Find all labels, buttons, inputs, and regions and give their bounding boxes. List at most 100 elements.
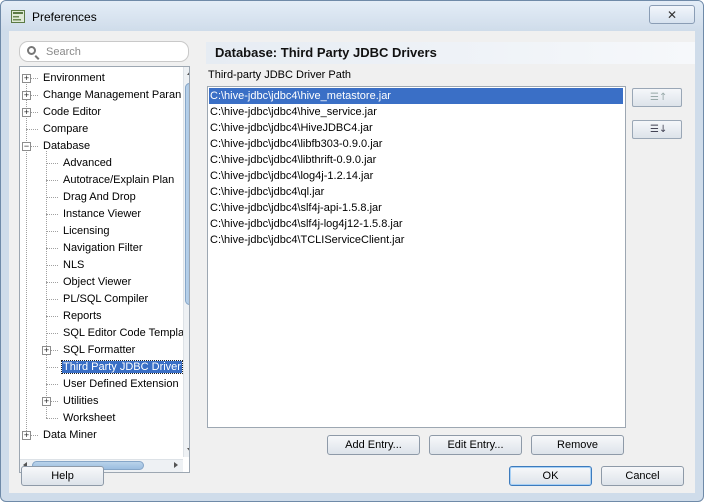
tree-item-label: Third Party JDBC Driver <box>61 360 183 374</box>
tree-item-label: SQL Editor Code Templa <box>63 327 185 339</box>
tree-item-label: Data Miner <box>43 429 97 441</box>
expand-icon[interactable]: + <box>22 431 31 440</box>
expand-icon[interactable]: + <box>22 91 31 100</box>
tree-item-label: SQL Formatter <box>63 344 136 356</box>
tree-item-label: NLS <box>63 259 85 271</box>
tree-item[interactable]: Data Miner <box>42 427 98 444</box>
tree-item[interactable]: Worksheet <box>62 410 116 427</box>
help-button[interactable]: Help <box>21 466 104 486</box>
tree-item[interactable]: PL/SQL Compiler <box>62 291 149 308</box>
search-input[interactable] <box>44 44 183 60</box>
expand-icon[interactable]: + <box>22 74 31 83</box>
scroll-right-arrow-icon[interactable] <box>174 462 178 468</box>
move-down-button[interactable]: ☰↓ <box>632 120 682 139</box>
driver-path-row[interactable]: C:\hive-jdbc\jdbc4\slf4j-api-1.5.8.jar <box>209 200 623 216</box>
tree-item-label: Compare <box>43 123 89 135</box>
collapse-icon[interactable]: − <box>22 142 31 151</box>
tree-item-label: Worksheet <box>63 412 116 424</box>
tree-connector-line <box>46 214 58 215</box>
tree-item[interactable]: Drag And Drop <box>62 189 137 206</box>
edit-entry-button[interactable]: Edit Entry... <box>429 435 522 455</box>
close-icon: ✕ <box>666 7 678 22</box>
preferences-tree: + Environment + Change Management Paran + Cod… <box>19 66 190 473</box>
scroll-up-arrow-icon[interactable] <box>187 71 189 75</box>
move-up-button[interactable]: ☰↑ <box>632 88 682 107</box>
driver-path-label: Third-party JDBC Driver Path <box>208 69 352 81</box>
add-entry-button[interactable]: Add Entry... <box>327 435 420 455</box>
driver-path-row[interactable]: C:\hive-jdbc\jdbc4\libfb303-0.9.0.jar <box>209 136 623 152</box>
tree-item[interactable]: Object Viewer <box>62 274 132 291</box>
tree-item[interactable]: Compare <box>42 121 89 138</box>
tree-connector-line <box>46 265 58 266</box>
tree-item[interactable]: Reports <box>62 308 103 325</box>
tree-item[interactable]: SQL Editor Code Templa <box>62 325 185 342</box>
tree-vertical-scroll-thumb[interactable] <box>185 83 189 305</box>
expand-icon[interactable]: + <box>42 346 51 355</box>
tree-connector-line <box>46 333 58 334</box>
tree-item[interactable]: Autotrace/Explain Plan <box>62 172 175 189</box>
tree-item[interactable]: Navigation Filter <box>62 240 143 257</box>
close-window-button[interactable]: ✕ <box>649 5 695 24</box>
expand-icon[interactable]: + <box>42 397 51 406</box>
driver-path-row[interactable]: C:\hive-jdbc\jdbc4\TCLIServiceClient.jar <box>209 232 623 248</box>
search-icon <box>27 46 36 55</box>
tree-item[interactable]: Licensing <box>62 223 110 240</box>
driver-path-row[interactable]: C:\hive-jdbc\jdbc4\ql.jar <box>209 184 623 200</box>
tree-connector-line <box>26 129 38 130</box>
tree-item-label: Object Viewer <box>63 276 132 288</box>
tree-item-label: Code Editor <box>43 106 102 118</box>
scroll-down-arrow-icon[interactable] <box>187 448 189 452</box>
tree-connector-line <box>46 248 58 249</box>
tree-item-label: Navigation Filter <box>63 242 143 254</box>
tree-item-label: Database <box>43 140 91 152</box>
tree-item-label: Utilities <box>63 395 99 407</box>
tree-connector-line <box>46 180 58 181</box>
driver-path-row[interactable]: C:\hive-jdbc\jdbc4\HiveJDBC4.jar <box>209 120 623 136</box>
tree-item-label: Reports <box>63 310 102 322</box>
driver-path-row[interactable]: C:\hive-jdbc\jdbc4\log4j-1.2.14.jar <box>209 168 623 184</box>
move-down-icon: ☰↓ <box>650 124 668 135</box>
tree-item[interactable]: Utilities <box>62 393 99 410</box>
preferences-window: Preferences ✕ + Environment + Change Manage… <box>0 0 704 502</box>
driver-path-row[interactable]: C:\hive-jdbc\jdbc4\libthrift-0.9.0.jar <box>209 152 623 168</box>
tree-connector-line <box>46 299 58 300</box>
ok-button[interactable]: OK <box>509 466 592 486</box>
tree-item[interactable]: Instance Viewer <box>62 206 142 223</box>
window-title: Preferences <box>32 10 97 24</box>
panel-title: Database: Third Party JDBC Drivers <box>215 45 437 60</box>
tree-item[interactable]: NLS <box>62 257 85 274</box>
tree-item-label: Change Management Paran <box>43 89 182 101</box>
tree-item[interactable]: User Defined Extension <box>62 376 180 393</box>
tree-item[interactable]: Third Party JDBC Driver <box>61 359 183 376</box>
tree-item[interactable]: Code Editor <box>42 104 102 121</box>
driver-path-row[interactable]: C:\hive-jdbc\jdbc4\hive_service.jar <box>209 104 623 120</box>
tree-item[interactable]: Environment <box>42 70 106 87</box>
title-bar: Preferences ✕ <box>1 1 703 31</box>
tree-connector-line <box>26 78 27 435</box>
tree-item-label: Drag And Drop <box>63 191 136 203</box>
remove-button[interactable]: Remove <box>531 435 624 455</box>
tree-item[interactable]: Change Management Paran <box>42 87 182 104</box>
driver-path-list: C:\hive-jdbc\jdbc4\hive_metastore.jar C:\… <box>207 86 626 428</box>
tree-connector-line <box>46 367 58 368</box>
tree-item-label: Licensing <box>63 225 110 237</box>
tree-item-label: Instance Viewer <box>63 208 142 220</box>
driver-path-row[interactable]: C:\hive-jdbc\jdbc4\hive_metastore.jar <box>209 88 623 104</box>
move-up-icon: ☰↑ <box>650 92 668 103</box>
cancel-button[interactable]: Cancel <box>601 466 684 486</box>
tree-item[interactable]: Database <box>42 138 91 155</box>
tree-item[interactable]: SQL Formatter <box>62 342 136 359</box>
expand-icon[interactable]: + <box>22 108 31 117</box>
tree-vertical-scrollbar[interactable] <box>183 67 189 457</box>
tree-connector-line <box>46 231 58 232</box>
tree-connector-line <box>46 151 47 418</box>
tree-connector-line <box>46 316 58 317</box>
tree-connector-line <box>46 384 58 385</box>
driver-path-row[interactable]: C:\hive-jdbc\jdbc4\slf4j-log4j12-1.5.8.j… <box>209 216 623 232</box>
dialog-client-area: + Environment + Change Management Paran + Cod… <box>9 31 695 493</box>
search-box <box>19 41 189 62</box>
tree-item-label: User Defined Extension <box>63 378 179 390</box>
tree-item-label: PL/SQL Compiler <box>63 293 149 305</box>
tree-connector-line <box>46 418 58 419</box>
tree-item[interactable]: Advanced <box>62 155 113 172</box>
